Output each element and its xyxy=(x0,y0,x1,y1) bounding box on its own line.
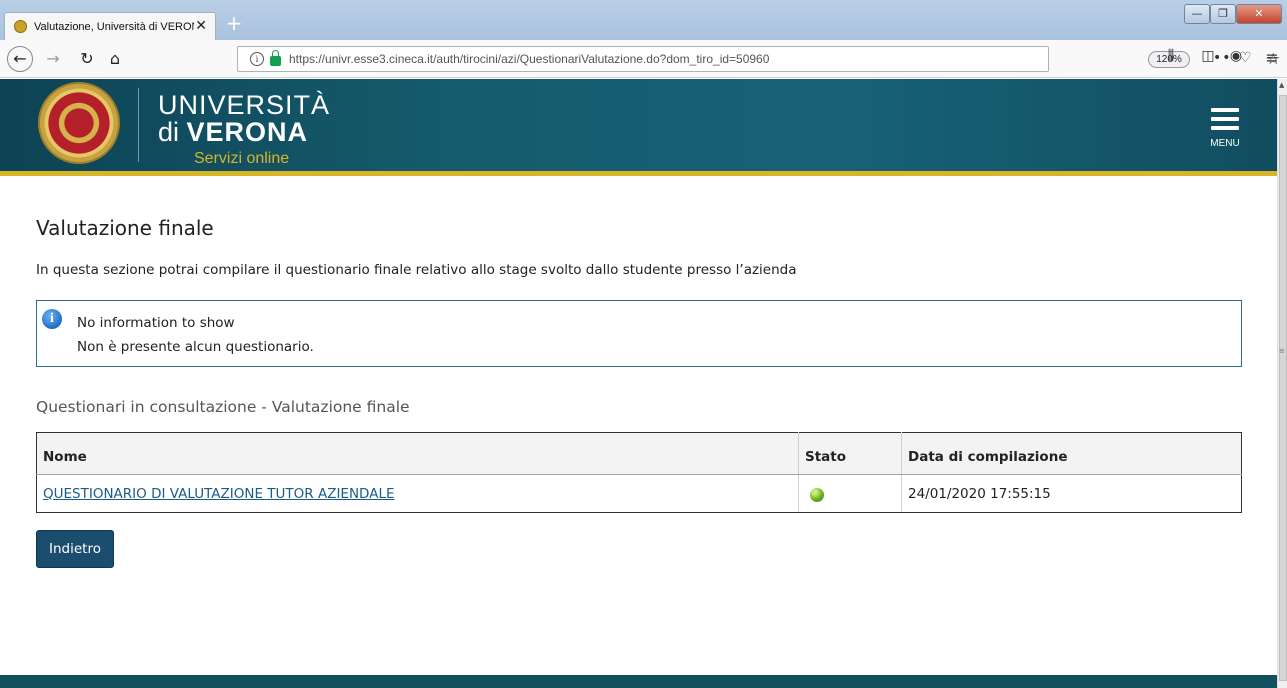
new-tab-button[interactable]: + xyxy=(224,13,244,34)
menu-bar-icon xyxy=(1211,117,1239,121)
back-button[interactable]: Indietro xyxy=(36,530,114,568)
university-name-bold: VERONA xyxy=(186,117,309,147)
url-text[interactable]: https://univr.esse3.cineca.it/auth/tiroc… xyxy=(289,52,769,66)
info-icon: i xyxy=(42,309,62,329)
address-bar[interactable]: i https://univr.esse3.cineca.it/auth/tir… xyxy=(237,46,1280,72)
university-seal-logo[interactable] xyxy=(38,82,120,164)
column-header-data[interactable]: Data di compilazione xyxy=(901,432,1242,475)
menu-label: MENU xyxy=(1210,138,1240,149)
menu-bar-icon xyxy=(1211,126,1239,130)
sidebar-icon[interactable]: ◫ xyxy=(1198,48,1218,64)
hamburger-menu-icon[interactable]: ≡ xyxy=(1262,48,1282,67)
questionnaires-table: Nome Stato Data di compilazione QUESTION… xyxy=(36,432,1242,513)
window-close-button[interactable]: ✕ xyxy=(1236,4,1282,24)
forward-arrow-icon[interactable]: → xyxy=(42,48,64,70)
services-subtitle: Servizi online xyxy=(194,150,290,167)
column-header-nome[interactable]: Nome xyxy=(36,432,799,475)
site-menu-button[interactable]: MENU xyxy=(1207,108,1243,152)
account-icon[interactable]: ◉ xyxy=(1226,48,1246,64)
browser-navbar: ← → ↻ ⌂ i https://univr.esse3.cineca.it/… xyxy=(0,40,1287,78)
cell-nome: QUESTIONARIO DI VALUTAZIONE TUTOR AZIEND… xyxy=(36,474,799,513)
back-arrow-icon[interactable]: ← xyxy=(7,46,33,72)
page-title: Valutazione finale xyxy=(36,216,214,240)
site-footer xyxy=(0,675,1277,688)
tab-title: Valutazione, Università di VERONA xyxy=(34,20,194,33)
status-green-dot-icon xyxy=(810,487,824,502)
reload-icon[interactable]: ↻ xyxy=(76,48,98,70)
favicon-icon xyxy=(14,20,27,33)
menu-bar-icon xyxy=(1211,108,1239,112)
university-name-prefix: di xyxy=(158,117,187,147)
lock-icon xyxy=(270,50,281,66)
browser-titlebar: Valutazione, Università di VERONA ✕ + — … xyxy=(0,0,1287,40)
page-intro: In questa sezione potrai compilare il qu… xyxy=(36,262,797,278)
table-row: QUESTIONARIO DI VALUTAZIONE TUTOR AZIEND… xyxy=(36,474,1242,513)
column-header-stato[interactable]: Stato xyxy=(798,432,902,475)
info-message-box: i No information to show Non è presente … xyxy=(36,300,1242,367)
tab-close-icon[interactable]: ✕ xyxy=(195,18,207,34)
window-maximize-button[interactable]: ❐ xyxy=(1210,4,1236,24)
logo-divider xyxy=(138,88,139,162)
window-minimize-button[interactable]: — xyxy=(1184,4,1210,24)
university-name-line2: di VERONA xyxy=(158,117,308,148)
section-title: Questionari in consultazione - Valutazio… xyxy=(36,398,410,416)
questionnaire-link[interactable]: QUESTIONARIO DI VALUTAZIONE TUTOR AZIEND… xyxy=(43,486,395,502)
browser-tab[interactable]: Valutazione, Università di VERONA ✕ xyxy=(4,12,216,40)
scrollbar-thumb[interactable] xyxy=(1279,95,1287,681)
cell-stato xyxy=(798,474,902,513)
info-message: Non è presente alcun questionario. xyxy=(77,339,314,355)
scroll-up-arrow-icon[interactable]: ▲ xyxy=(1279,81,1284,89)
page-scrollbar[interactable]: ▲ ≡ xyxy=(1277,79,1287,688)
info-title: No information to show xyxy=(77,315,235,331)
home-icon[interactable]: ⌂ xyxy=(104,48,126,70)
table-header-row: Nome Stato Data di compilazione xyxy=(36,432,1242,475)
header-accent-stripe xyxy=(0,171,1277,176)
cell-data: 24/01/2020 17:55:15 xyxy=(901,474,1242,513)
site-info-icon[interactable]: i xyxy=(250,52,264,66)
library-icon[interactable]: ⫼ xyxy=(1161,48,1181,64)
scroll-grip-icon: ≡ xyxy=(1279,347,1285,355)
